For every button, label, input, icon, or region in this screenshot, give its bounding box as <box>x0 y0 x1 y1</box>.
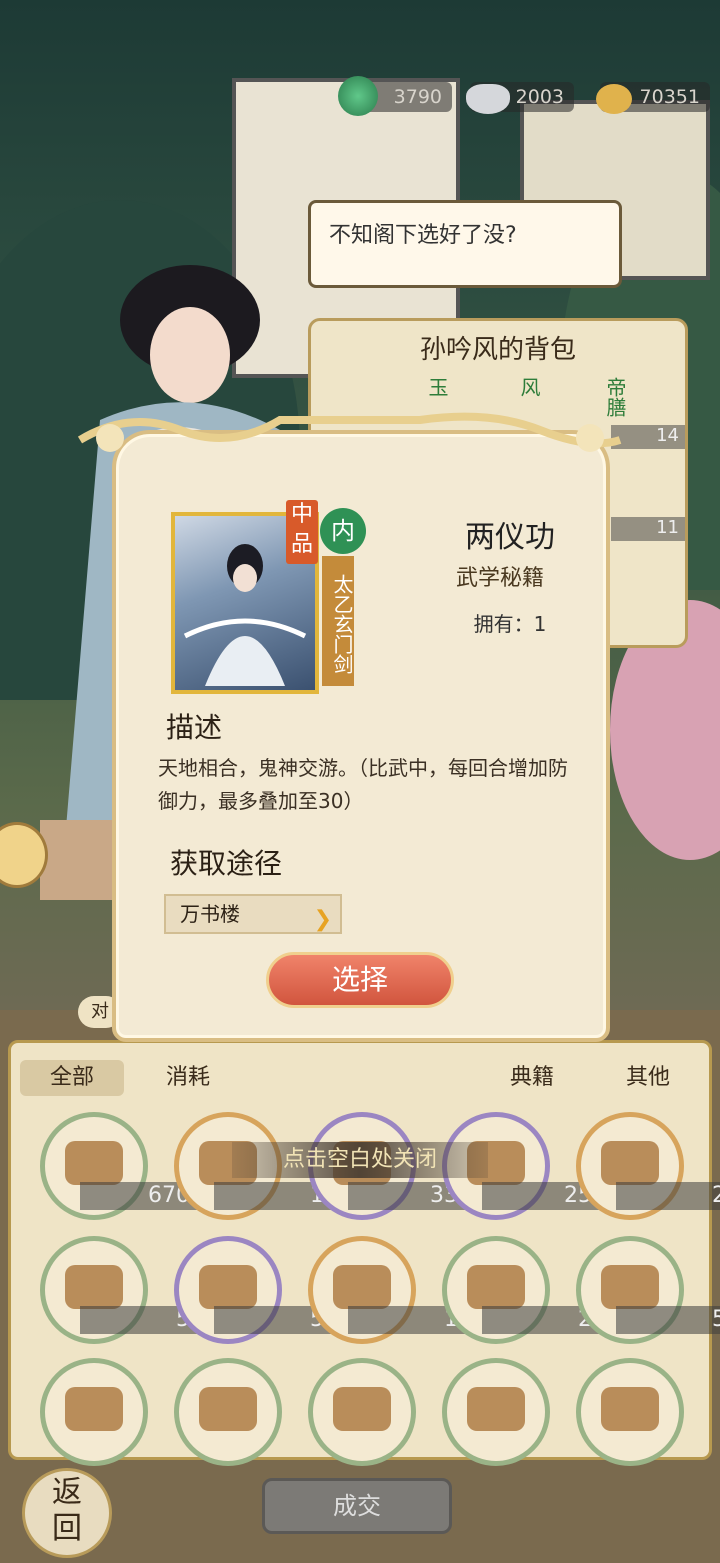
sect-name-tag: 太乙玄门剑 <box>322 556 354 686</box>
inventory-slot[interactable] <box>174 1358 282 1466</box>
select-button[interactable]: 选择 <box>266 952 454 1008</box>
silver-ingot-icon <box>466 84 510 114</box>
soup-icon <box>601 1387 659 1431</box>
inventory-count: 2 <box>616 1182 720 1210</box>
item-type: 武学秘籍 <box>455 566 544 591</box>
source-heading: 获取途径 <box>170 847 283 880</box>
stew-pot-icon <box>65 1387 123 1431</box>
gourd-icon <box>601 1141 659 1185</box>
tab-other[interactable]: 其他 <box>596 1060 700 1096</box>
npc-bag-title: 孙吟风的背包 <box>419 335 576 365</box>
fish-icon <box>199 1387 257 1431</box>
inventory-slot[interactable] <box>442 1358 550 1466</box>
braised-dish-icon <box>601 1265 659 1309</box>
source-label: 万书楼 <box>180 902 240 926</box>
tab-books[interactable]: 典籍 <box>480 1060 584 1096</box>
inventory-slot[interactable] <box>576 1358 684 1466</box>
back-label: 返回 <box>52 1475 82 1546</box>
gold-orb-icon <box>65 1265 123 1309</box>
rice-bowl-icon <box>467 1265 525 1309</box>
inventory-slot[interactable] <box>40 1358 148 1466</box>
sect-badge: 内 <box>320 508 366 554</box>
red-orb-icon <box>199 1265 257 1309</box>
dumplings-icon <box>333 1387 391 1431</box>
item-name: 两仪功 <box>465 520 555 555</box>
copper-coins-icon <box>596 84 632 114</box>
jade-icon <box>338 76 378 116</box>
close-hint: 点击空白处关闭 <box>232 1142 488 1178</box>
bag-item-label: 玉 <box>425 377 449 397</box>
deal-button[interactable]: 成交 <box>262 1478 452 1534</box>
tab-all[interactable]: 全部 <box>20 1060 124 1096</box>
owned-count: 拥有：1 <box>473 612 547 636</box>
bag-item-count: 11 <box>611 517 685 541</box>
source-link[interactable]: 万书楼 ❯ <box>164 894 342 934</box>
inventory-slot[interactable] <box>308 1358 416 1466</box>
npc-dialogue-bubble: 不知阁下选好了没? <box>308 200 622 288</box>
grade-badge: 中品 <box>286 500 318 564</box>
modal-cloud-ornament <box>77 412 622 452</box>
tab-consumables[interactable]: 消耗 <box>136 1060 240 1096</box>
bag-item-label: 风 <box>517 377 541 397</box>
dialogue-text: 不知阁下选好了没? <box>329 223 517 248</box>
flour-icon <box>65 1141 123 1185</box>
orb-chest-icon <box>333 1265 391 1309</box>
back-button[interactable]: 返回 <box>22 1468 112 1558</box>
item-description: 天地相合，鬼神交游。（比武中，每回合增加防御力，最多叠加至30） <box>158 756 568 813</box>
inventory-count: 5 <box>616 1306 720 1334</box>
chevron-right-icon: ❯ <box>313 907 332 932</box>
description-heading: 描述 <box>166 711 223 744</box>
fried-dish-icon <box>467 1387 525 1431</box>
